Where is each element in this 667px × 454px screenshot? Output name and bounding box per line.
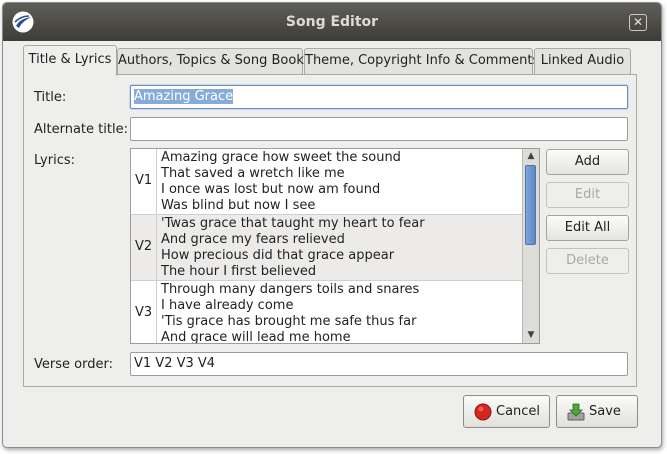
verse-tag-cell: V3: [131, 281, 157, 343]
window-title: Song Editor: [285, 14, 379, 30]
save-download-icon: [567, 403, 585, 421]
lyrics-scrollbar[interactable]: ▲ ▼: [522, 149, 539, 343]
verse-line: 'Twas grace that taught my heart to fear: [161, 216, 425, 231]
red-stop-icon: [474, 403, 492, 421]
title-label: Title:: [34, 90, 67, 105]
close-icon[interactable]: ✕: [629, 14, 647, 31]
verse-tag-cell: V1: [131, 149, 157, 214]
lyrics-label: Lyrics:: [34, 153, 75, 168]
scrollbar-thumb[interactable]: [525, 165, 536, 245]
edit-verse-button[interactable]: Edit: [546, 182, 629, 208]
verse-row-v1[interactable]: V1 Amazing grace how sweet the sound Tha…: [131, 149, 523, 215]
verse-line: Through many dangers toils and snares: [161, 282, 420, 297]
verse-row-v3[interactable]: V3 Through many dangers toils and snares…: [131, 281, 523, 344]
verse-line: And grace my fears relieved: [161, 232, 345, 247]
title-bar[interactable]: Song Editor ✕: [3, 3, 661, 41]
title-input[interactable]: Amazing Grace: [130, 85, 628, 109]
delete-verse-button[interactable]: Delete: [546, 248, 629, 274]
cancel-button[interactable]: Cancel: [463, 395, 550, 428]
scroll-up-icon[interactable]: ▲: [523, 149, 539, 164]
verse-line: Was blind but now I see: [161, 198, 316, 213]
verse-line: I have already come: [161, 298, 294, 313]
verse-line: That saved a wretch like me: [161, 166, 345, 181]
verse-order-input[interactable]: V1 V2 V3 V4: [130, 352, 628, 376]
verse-line: The hour I first believed: [161, 264, 317, 279]
verse-tag: V3: [135, 305, 153, 320]
tab-authors-topics[interactable]: Authors, Topics & Song Book: [117, 48, 304, 75]
verse-line: And grace will lead me home: [161, 330, 351, 344]
scroll-down-icon[interactable]: ▼: [523, 328, 539, 343]
verse-order-label: Verse order:: [34, 357, 113, 372]
save-button[interactable]: Save: [556, 395, 638, 428]
edit-all-button[interactable]: Edit All: [546, 215, 629, 241]
tab-linked-audio[interactable]: Linked Audio: [534, 48, 631, 75]
verse-line: How precious did that grace appear: [161, 248, 395, 263]
song-editor-window: Song Editor ✕ Title & Lyrics Authors, To…: [2, 2, 662, 448]
save-button-label: Save: [589, 404, 621, 419]
verse-tag-cell: V2: [131, 215, 157, 280]
alternate-title-input[interactable]: [130, 117, 628, 141]
verse-line: 'Tis grace has brought me safe thus far: [161, 314, 417, 329]
verse-lines: 'Twas grace that taught my heart to fear…: [161, 216, 425, 280]
title-input-value: Amazing Grace: [134, 89, 234, 104]
verse-tag: V2: [135, 239, 153, 254]
verse-line: Amazing grace how sweet the sound: [161, 150, 401, 165]
verse-lines: Amazing grace how sweet the sound That s…: [161, 150, 401, 214]
verse-line: I once was lost but now am found: [161, 182, 381, 197]
alternate-title-label: Alternate title:: [34, 122, 128, 137]
lyrics-table[interactable]: V1 Amazing grace how sweet the sound Tha…: [130, 148, 540, 344]
verse-row-v2[interactable]: V2 'Twas grace that taught my heart to f…: [131, 215, 523, 281]
verse-lines: Through many dangers toils and snares I …: [161, 282, 420, 344]
add-verse-button[interactable]: Add: [546, 149, 629, 175]
tab-theme-copyright[interactable]: Theme, Copyright Info & Comments: [304, 48, 539, 75]
cancel-button-label: Cancel: [496, 404, 541, 419]
title-lyrics-panel: Title: Amazing Grace Alternate title: Ly…: [23, 74, 637, 387]
verse-tag: V1: [135, 173, 153, 188]
tab-title-lyrics[interactable]: Title & Lyrics: [23, 45, 117, 76]
